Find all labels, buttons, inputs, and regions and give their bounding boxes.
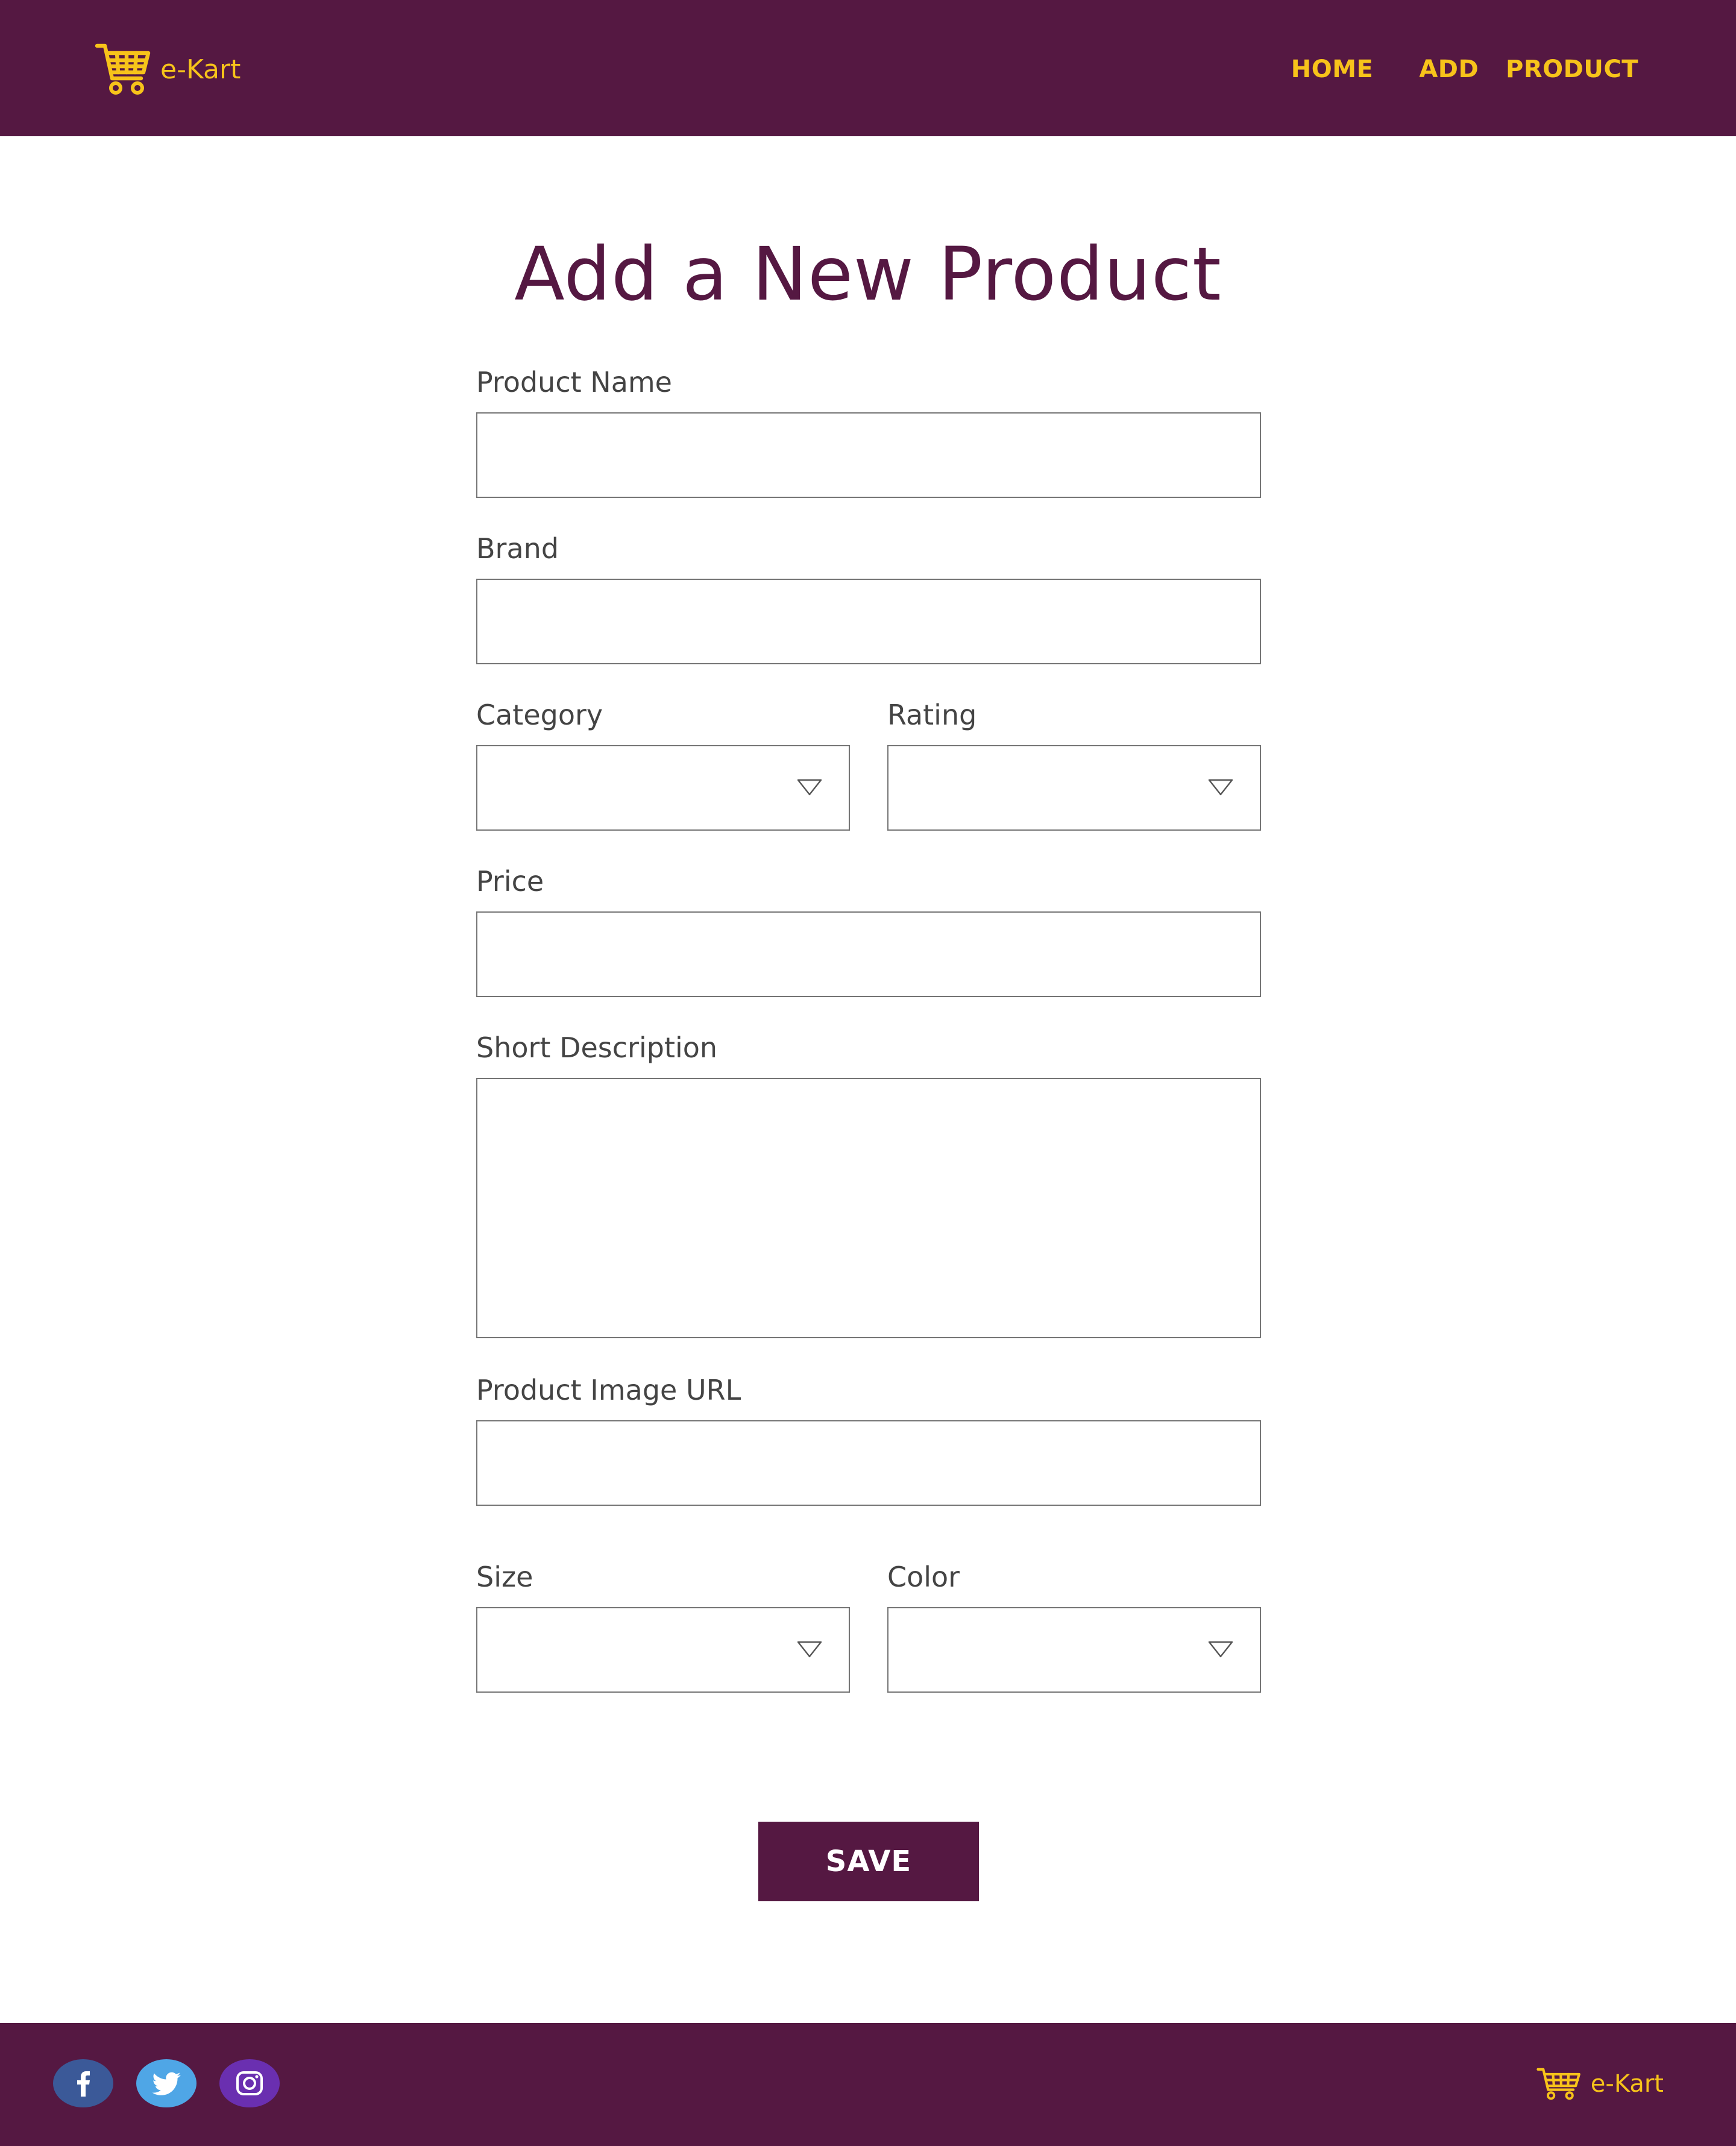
product-name-input[interactable] xyxy=(476,412,1261,498)
nav-home-link[interactable]: HOME xyxy=(1291,55,1374,83)
product-image-url-input[interactable] xyxy=(476,1420,1261,1506)
footer-brand-name: e-Kart xyxy=(1590,2070,1664,2098)
category-label: Category xyxy=(476,699,603,731)
size-select[interactable] xyxy=(476,1607,850,1693)
price-label: Price xyxy=(476,865,544,898)
rating-select[interactable] xyxy=(887,745,1261,831)
rating-label: Rating xyxy=(887,699,977,731)
main-nav: HOME ADD PRODUCT xyxy=(1245,52,1638,87)
size-label: Size xyxy=(476,1561,533,1593)
page-title: Add a New Product xyxy=(514,231,1222,317)
short-description-label: Short Description xyxy=(476,1031,718,1064)
chevron-down-icon xyxy=(1208,1641,1233,1658)
color-select[interactable] xyxy=(887,1607,1261,1693)
footer-brand-logo-link[interactable]: e-Kart xyxy=(1536,2063,1664,2105)
save-button[interactable]: SAVE xyxy=(758,1822,979,1901)
instagram-icon xyxy=(219,2059,280,2107)
brand-logo-link[interactable]: e-Kart xyxy=(95,42,241,96)
twitter-icon xyxy=(136,2059,197,2107)
nav-add-product-link[interactable]: ADD PRODUCT xyxy=(1419,55,1638,83)
chevron-down-icon xyxy=(1208,779,1233,796)
top-navbar: e-Kart HOME ADD PRODUCT xyxy=(0,0,1736,136)
category-select[interactable] xyxy=(476,745,850,831)
color-label: Color xyxy=(887,1561,960,1593)
facebook-icon xyxy=(53,2059,113,2107)
chevron-down-icon xyxy=(797,1641,822,1658)
product-image-url-label: Product Image URL xyxy=(476,1374,741,1406)
twitter-link[interactable] xyxy=(136,2059,197,2107)
brand-name: e-Kart xyxy=(160,54,241,85)
facebook-link[interactable] xyxy=(53,2059,113,2107)
short-description-textarea[interactable] xyxy=(476,1078,1261,1338)
instagram-link[interactable] xyxy=(219,2059,280,2107)
brand-input[interactable] xyxy=(476,579,1261,664)
price-input[interactable] xyxy=(476,911,1261,997)
shopping-cart-icon xyxy=(95,43,151,95)
shopping-cart-icon xyxy=(1536,2068,1580,2100)
chevron-down-icon xyxy=(797,779,822,796)
product-name-label: Product Name xyxy=(476,366,672,398)
brand-label: Brand xyxy=(476,532,559,565)
footer: e-Kart xyxy=(0,2023,1736,2146)
